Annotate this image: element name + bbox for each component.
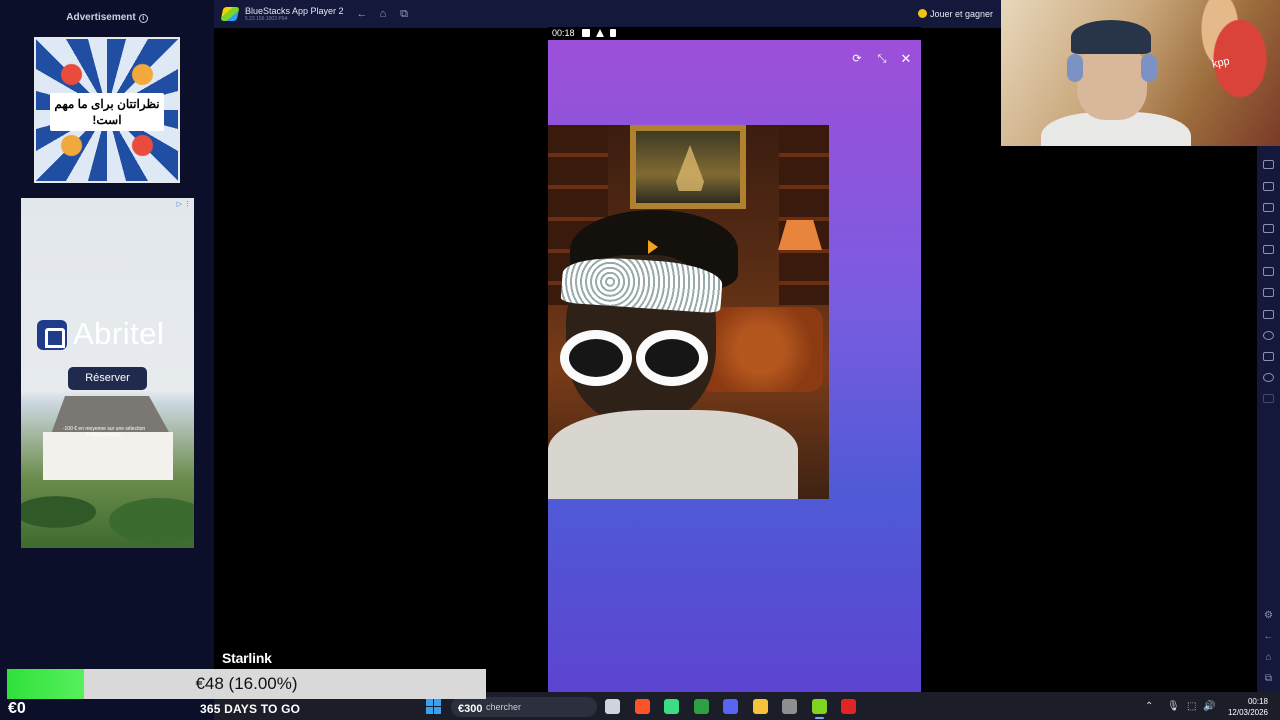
minimize-icon[interactable]: ⤡ <box>875 52 889 66</box>
bluestacks-title: BlueStacks App Player 2 <box>245 6 344 16</box>
sim-icon <box>610 29 616 37</box>
network-icon[interactable]: ⬚ <box>1187 701 1196 712</box>
bluestacks-title-bar: BlueStacks App Player 2 5.22.156.1003 P6… <box>214 0 1001 28</box>
location-icon[interactable] <box>1263 331 1274 340</box>
sidebar-back-icon[interactable]: ← <box>1262 631 1275 643</box>
install-apk-icon[interactable] <box>1263 267 1274 276</box>
goal-start-value: €0 <box>8 700 26 717</box>
bluestacks-icon[interactable] <box>811 699 827 719</box>
gamepad-icon[interactable] <box>1263 160 1274 169</box>
abritel-ad-banner[interactable]: ▷ ⋮ Abritel Réserver -100 € en moyenne s… <box>21 198 194 548</box>
bluestacks-sidebar: ⚙ ← ⌂ ⧉ <box>1257 146 1280 692</box>
media-folder-icon[interactable] <box>1263 245 1274 254</box>
multi-instance-icon[interactable]: ⧉ <box>398 8 410 20</box>
volume-icon[interactable]: 🔊 <box>1203 701 1215 712</box>
record-icon[interactable] <box>1263 224 1274 233</box>
status-time: 00:18 <box>552 28 575 38</box>
android-studio-icon[interactable] <box>664 699 679 714</box>
glasses-lens-right <box>636 330 708 386</box>
file-explorer-icon[interactable] <box>752 699 768 714</box>
ship-painting <box>630 125 746 209</box>
video-feed[interactable] <box>548 125 829 499</box>
taskbar-date[interactable]: 12/03/2026 <box>1224 708 1268 717</box>
notification-icon <box>582 29 590 37</box>
play-and-win-button[interactable]: Jouer et gagner <box>917 9 993 19</box>
multi-instance-sidebar-icon[interactable] <box>1263 288 1274 297</box>
search-placeholder: chercher <box>486 702 522 712</box>
adchoices-icon[interactable]: ▷ ⋮ <box>177 200 191 208</box>
more-icon[interactable] <box>1263 394 1274 403</box>
close-icon[interactable]: ✕ <box>899 52 913 66</box>
taskview-icon[interactable] <box>605 699 620 714</box>
cap <box>1071 20 1151 54</box>
media-player-icon[interactable] <box>841 699 856 714</box>
taskbar-time[interactable]: 00:18 <box>1234 697 1268 706</box>
android-status-bar: 00:18 <box>548 27 921 40</box>
back-icon[interactable]: ← <box>356 8 368 20</box>
app-screen[interactable]: ⟳ ⤡ ✕ <box>548 40 921 692</box>
persian-ad-banner[interactable]: نظراتتان برای ما مهم است! <box>34 37 180 183</box>
settings-icon[interactable]: ⚙ <box>1262 610 1275 622</box>
keyboard-controls-icon[interactable] <box>1263 182 1274 191</box>
bookshelf-right <box>779 125 829 305</box>
discord-icon[interactable] <box>723 699 738 714</box>
bluestacks-version: 5.22.156.1003 P64 <box>245 16 288 22</box>
goal-title: Starlink <box>222 650 272 666</box>
fresco-background <box>1180 0 1280 146</box>
goal-progress-text: €48 (16.00%) <box>195 674 298 693</box>
microphone-icon[interactable]: 🎙 <box>1167 701 1180 712</box>
tray-chevron-icon[interactable]: ⌃ <box>1145 701 1153 712</box>
goal-days-left: 365 DAYS TO GO <box>200 702 301 716</box>
webcam-overlay: kpp <box>1001 0 1280 146</box>
streamer <box>1041 20 1191 146</box>
brave-icon[interactable] <box>634 699 650 714</box>
refresh-icon[interactable]: ⟳ <box>850 52 864 66</box>
coin-icon <box>917 9 927 18</box>
sidebar-home-icon[interactable]: ⌂ <box>1262 652 1275 664</box>
bluestacks-logo-icon <box>220 7 240 21</box>
persian-ad-text: نظراتتان برای ما مهم است! <box>50 93 164 131</box>
abritel-offer-note: -100 € en moyenne sur une sélection d'hé… <box>62 426 146 438</box>
advertisement-label: Advertisement i <box>0 12 214 23</box>
recent-apps-icon[interactable]: ⧉ <box>1262 673 1275 685</box>
sync-icon[interactable] <box>1263 373 1274 382</box>
glasses-lens-left <box>560 330 632 386</box>
screenshot-icon[interactable] <box>1263 203 1274 212</box>
windows-start-icon[interactable] <box>426 699 441 714</box>
mouse-cursor-icon <box>648 240 658 254</box>
warning-icon <box>596 29 604 37</box>
abritel-logo-icon <box>37 320 67 350</box>
abritel-brand-name: Abritel <box>73 316 165 351</box>
headphone-left <box>1067 54 1083 82</box>
terminal-icon[interactable] <box>693 699 709 714</box>
donation-threshold: €300 <box>458 703 483 715</box>
obs-icon[interactable] <box>782 699 797 714</box>
home-icon[interactable]: ⌂ <box>377 8 389 20</box>
eco-mode-icon[interactable] <box>1263 310 1274 319</box>
layers-icon[interactable] <box>1263 352 1274 361</box>
headphone-right <box>1141 54 1157 82</box>
trees-image <box>21 458 194 548</box>
goal-progress-bar: €48 (16.00%) <box>7 669 486 699</box>
reserver-button[interactable]: Réserver <box>68 367 147 390</box>
info-icon[interactable]: i <box>138 14 148 23</box>
